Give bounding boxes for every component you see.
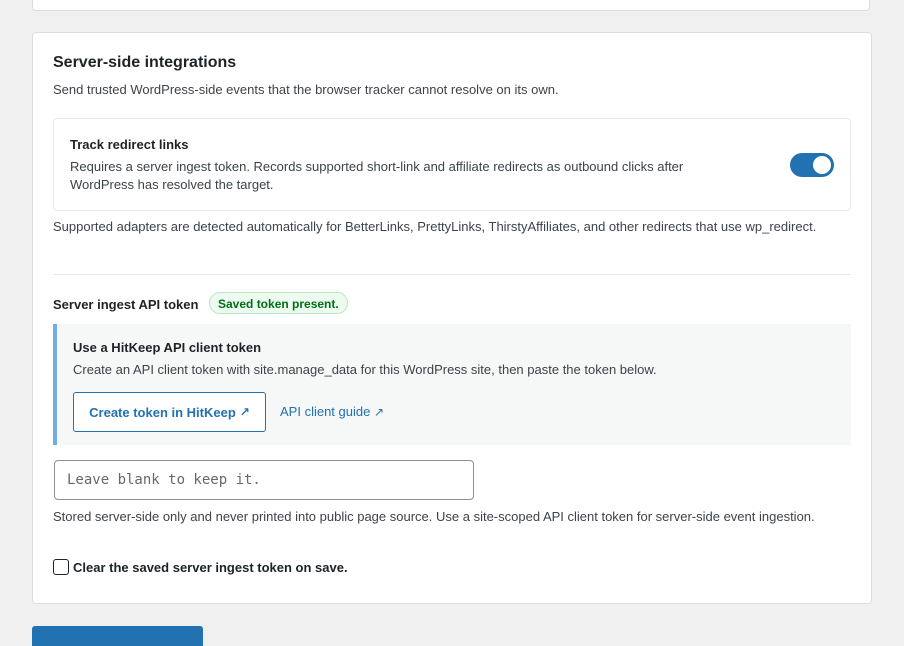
clear-token-label: Clear the saved server ingest token on s… xyxy=(73,559,348,575)
guide-link-label: API client guide xyxy=(280,404,371,419)
create-token-button[interactable]: Create token in HitKeep ↗ xyxy=(73,392,266,432)
api-client-guide-link[interactable]: API client guide ↗ xyxy=(280,404,384,419)
save-button[interactable] xyxy=(32,626,203,646)
create-token-label: Create token in HitKeep xyxy=(89,404,236,420)
previous-card xyxy=(32,0,870,11)
external-link-icon: ↗ xyxy=(373,405,385,419)
section-title: Server-side integrations xyxy=(53,54,237,71)
track-redirect-toggle[interactable] xyxy=(790,153,834,177)
token-help-text: Stored server-side only and never printe… xyxy=(53,509,815,524)
adapters-note: Supported adapters are detected automati… xyxy=(53,219,817,234)
divider xyxy=(53,274,851,275)
redirect-toggle-description: Requires a server ingest token. Records … xyxy=(70,159,684,192)
token-label: Server ingest API token xyxy=(53,297,199,312)
notice-description: Create an API client token with site.man… xyxy=(73,362,657,377)
clear-token-row[interactable]: Clear the saved server ingest token on s… xyxy=(53,559,348,575)
toggle-knob xyxy=(813,156,831,174)
section-description: Send trusted WordPress-side events that … xyxy=(53,82,559,97)
redirect-toggle-title: Track redirect links xyxy=(70,137,189,152)
saved-token-badge: Saved token present. xyxy=(209,292,348,314)
clear-token-checkbox[interactable] xyxy=(53,559,69,575)
external-link-icon: ↗ xyxy=(239,405,250,419)
notice-title: Use a HitKeep API client token xyxy=(73,340,262,355)
token-input[interactable] xyxy=(54,460,474,500)
